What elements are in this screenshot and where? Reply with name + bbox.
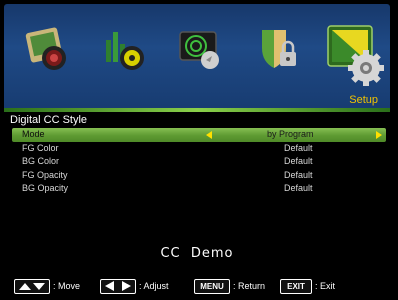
- hint-return-label: : Return: [233, 281, 266, 291]
- setting-label: FG Opacity: [22, 169, 68, 180]
- hint-return: MENU : Return: [194, 278, 266, 294]
- sound-icon[interactable]: [100, 22, 150, 76]
- settings-list: Mode by Program FG Color Default BG Colo…: [12, 128, 386, 196]
- setting-row-fg-opacity[interactable]: FG Opacity Default: [12, 169, 386, 183]
- setting-value: Default: [284, 142, 313, 153]
- setting-label: BG Color: [22, 156, 60, 167]
- page-title: Digital CC Style: [10, 114, 88, 126]
- tv-menu: Setup Digital CC Style Mode by Program F…: [4, 4, 390, 296]
- cc-demo-text: CC Demo: [160, 246, 234, 261]
- lock-icon[interactable]: [254, 22, 304, 76]
- setting-value: Default: [284, 169, 313, 180]
- hint-bar: : Move : Adjust MENU : Return EXIT : Exi…: [4, 276, 390, 296]
- setting-row-mode[interactable]: Mode by Program: [12, 128, 386, 142]
- setting-value: by Program: [267, 129, 314, 139]
- exit-key: EXIT: [280, 278, 312, 294]
- hint-adjust-label: : Adjust: [139, 281, 169, 291]
- setting-label: FG Color: [22, 142, 59, 153]
- setup-icon[interactable]: [326, 22, 386, 88]
- setting-value: Default: [284, 156, 313, 167]
- setting-row-bg-opacity[interactable]: BG Opacity Default: [12, 182, 386, 196]
- picture-icon[interactable]: [22, 22, 72, 76]
- arrow-right-icon[interactable]: [376, 131, 382, 139]
- up-down-keys-icon: [14, 278, 50, 294]
- channel-icon[interactable]: [176, 22, 226, 76]
- setting-label: Mode: [22, 129, 45, 139]
- section-label: Setup: [349, 94, 378, 106]
- setting-row-fg-color[interactable]: FG Color Default: [12, 142, 386, 156]
- hint-exit-label: : Exit: [315, 281, 336, 291]
- hint-move-label: : Move: [53, 281, 81, 291]
- hint-move: : Move: [14, 278, 81, 294]
- arrow-left-icon[interactable]: [206, 131, 212, 139]
- hint-exit: EXIT : Exit: [280, 278, 336, 294]
- setting-value: Default: [284, 183, 313, 194]
- left-right-keys-icon: [100, 278, 136, 294]
- menu-key: MENU: [194, 278, 230, 294]
- hint-adjust: : Adjust: [100, 278, 169, 294]
- setting-label: BG Opacity: [22, 183, 69, 194]
- menu-icon-bar: Setup: [4, 4, 390, 112]
- setting-row-bg-color[interactable]: BG Color Default: [12, 155, 386, 169]
